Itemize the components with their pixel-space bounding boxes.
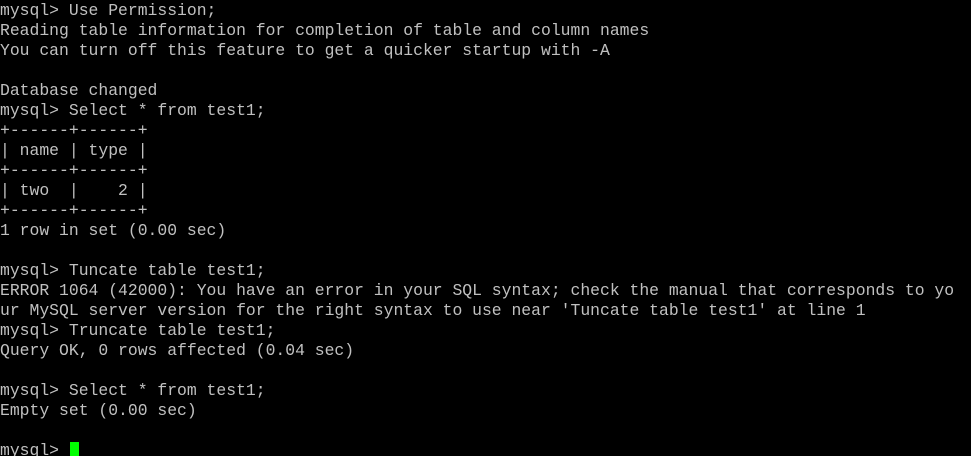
- prompt-text: mysql>: [0, 441, 69, 456]
- error-message-line: ur MySQL server version for the right sy…: [0, 301, 866, 320]
- table-border: +------+------+: [0, 161, 148, 180]
- terminal-line: mysql> Tuncate table test1;: [0, 261, 266, 280]
- table-border: +------+------+: [0, 201, 148, 220]
- terminal-window[interactable]: mysql> Use Permission; Reading table inf…: [0, 0, 971, 456]
- terminal-line: Database changed: [0, 81, 158, 100]
- text-cursor: [69, 442, 79, 456]
- terminal-line: Query OK, 0 rows affected (0.04 sec): [0, 341, 355, 360]
- terminal-line: 1 row in set (0.00 sec): [0, 221, 227, 240]
- terminal-line: mysql> Select * from test1;: [0, 101, 266, 120]
- terminal-line: Empty set (0.00 sec): [0, 401, 197, 420]
- table-border: +------+------+: [0, 121, 148, 140]
- terminal-line: mysql> Select * from test1;: [0, 381, 266, 400]
- terminal-line: You can turn off this feature to get a q…: [0, 41, 610, 60]
- terminal-line: mysql> Truncate table test1;: [0, 321, 276, 340]
- terminal-line: Reading table information for completion…: [0, 21, 650, 40]
- terminal-line: mysql> Use Permission;: [0, 1, 217, 20]
- table-header-row: | name | type |: [0, 141, 148, 160]
- error-message-line: ERROR 1064 (42000): You have an error in…: [0, 281, 955, 300]
- prompt-line[interactable]: mysql>: [0, 441, 971, 456]
- table-row: | two | 2 |: [0, 181, 148, 200]
